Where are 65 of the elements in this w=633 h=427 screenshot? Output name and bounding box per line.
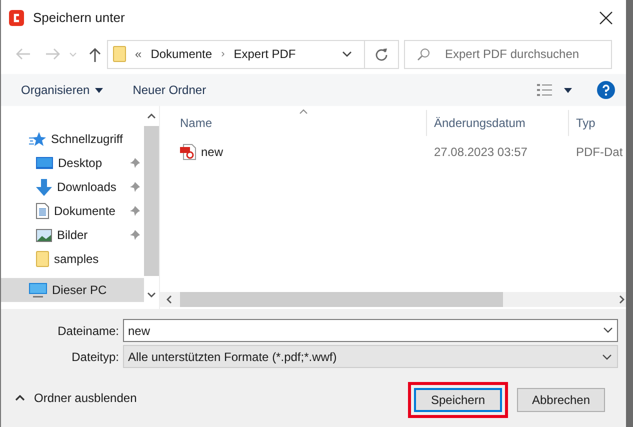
chevron-down-icon[interactable] xyxy=(603,327,613,333)
scroll-up-icon[interactable] xyxy=(147,113,156,119)
breadcrumb-overflow: « xyxy=(135,46,142,63)
picture-icon xyxy=(36,228,52,242)
dialog-button[interactable]: Speichern xyxy=(414,388,502,412)
star-icon xyxy=(29,132,46,146)
sort-caret-icon xyxy=(299,109,308,114)
address-bar[interactable]: « Dokumente › Expert PDF xyxy=(107,40,399,68)
folder-icon xyxy=(113,46,126,62)
nav-item[interactable]: Dokumente xyxy=(1,199,144,223)
column-header[interactable]: Typ xyxy=(568,110,626,136)
refresh-icon[interactable] xyxy=(375,48,388,60)
nav-item[interactable]: Desktop xyxy=(1,151,144,175)
nav-label: samples xyxy=(54,251,100,268)
scroll-left-icon[interactable] xyxy=(166,295,172,304)
dialog-button[interactable]: Abbrechen xyxy=(517,388,605,412)
scroll-right-icon[interactable] xyxy=(619,295,625,304)
breadcrumb-item[interactable]: Dokumente xyxy=(150,45,212,63)
column-header[interactable]: Name xyxy=(160,110,426,136)
filename-field[interactable]: new xyxy=(123,319,618,342)
chevron-down-icon[interactable] xyxy=(342,51,352,57)
breadcrumb-item[interactable]: Expert PDF xyxy=(234,45,296,63)
nav-label: Dieser PC xyxy=(52,282,108,299)
field-label: Dateityp: xyxy=(70,348,120,366)
nav-label: Bilder xyxy=(57,227,89,244)
nav-label: Downloads xyxy=(57,179,118,196)
nav-item[interactable]: Schnellzugriff xyxy=(1,127,144,151)
new-folder-button[interactable]: Neuer Ordner xyxy=(132,81,206,99)
up-arrow-icon[interactable] xyxy=(89,46,101,62)
computer-icon xyxy=(29,282,47,298)
folder-icon xyxy=(36,251,49,267)
chevron-up-icon xyxy=(15,394,25,400)
scroll-down-icon[interactable] xyxy=(147,292,156,298)
nav-item[interactable]: Dieser PC xyxy=(1,278,144,302)
field-label: Dateiname: xyxy=(56,322,120,340)
search-icon xyxy=(417,48,430,60)
nav-item[interactable]: samples xyxy=(1,247,144,271)
file-type: PDF-Dat xyxy=(575,144,623,161)
document-icon xyxy=(36,203,49,219)
window-title: Speichern unter xyxy=(33,9,125,28)
column-header[interactable]: Änderungsdatum xyxy=(426,110,568,136)
nav-label: Dokumente xyxy=(54,203,116,220)
file-name[interactable]: new xyxy=(201,143,224,161)
download-arrow-icon xyxy=(36,178,52,196)
monitor-icon xyxy=(36,156,53,170)
chevron-down-icon[interactable] xyxy=(602,354,612,360)
organize-button[interactable]: Organisieren xyxy=(21,81,103,99)
nav-label: Desktop xyxy=(58,155,104,172)
nav-item[interactable]: Downloads xyxy=(1,175,144,199)
scrollbar-thumb[interactable] xyxy=(180,292,503,307)
filetype-dropdown[interactable]: Alle unterstützten Formate (*.pdf;*.wwf) xyxy=(123,345,618,368)
hide-folders-button[interactable]: Ordner ausblenden xyxy=(15,388,137,406)
help-icon[interactable] xyxy=(597,81,615,99)
search-field[interactable]: Expert PDF durchsuchen xyxy=(404,40,612,68)
view-options-icon[interactable] xyxy=(537,84,553,96)
caret-down-icon xyxy=(94,88,103,92)
app-logo-icon xyxy=(9,10,24,26)
pdf-file-icon xyxy=(180,144,196,160)
scrollbar-thumb[interactable] xyxy=(144,126,159,276)
horizontal-scrollbar[interactable] xyxy=(160,292,626,307)
nav-item[interactable]: Bilder xyxy=(1,223,144,247)
breadcrumb-separator: › xyxy=(221,46,225,62)
nav-label: Schnellzugriff xyxy=(51,131,124,148)
caret-down-icon[interactable] xyxy=(564,88,572,92)
file-date: 27.08.2023 03:57 xyxy=(433,144,528,161)
